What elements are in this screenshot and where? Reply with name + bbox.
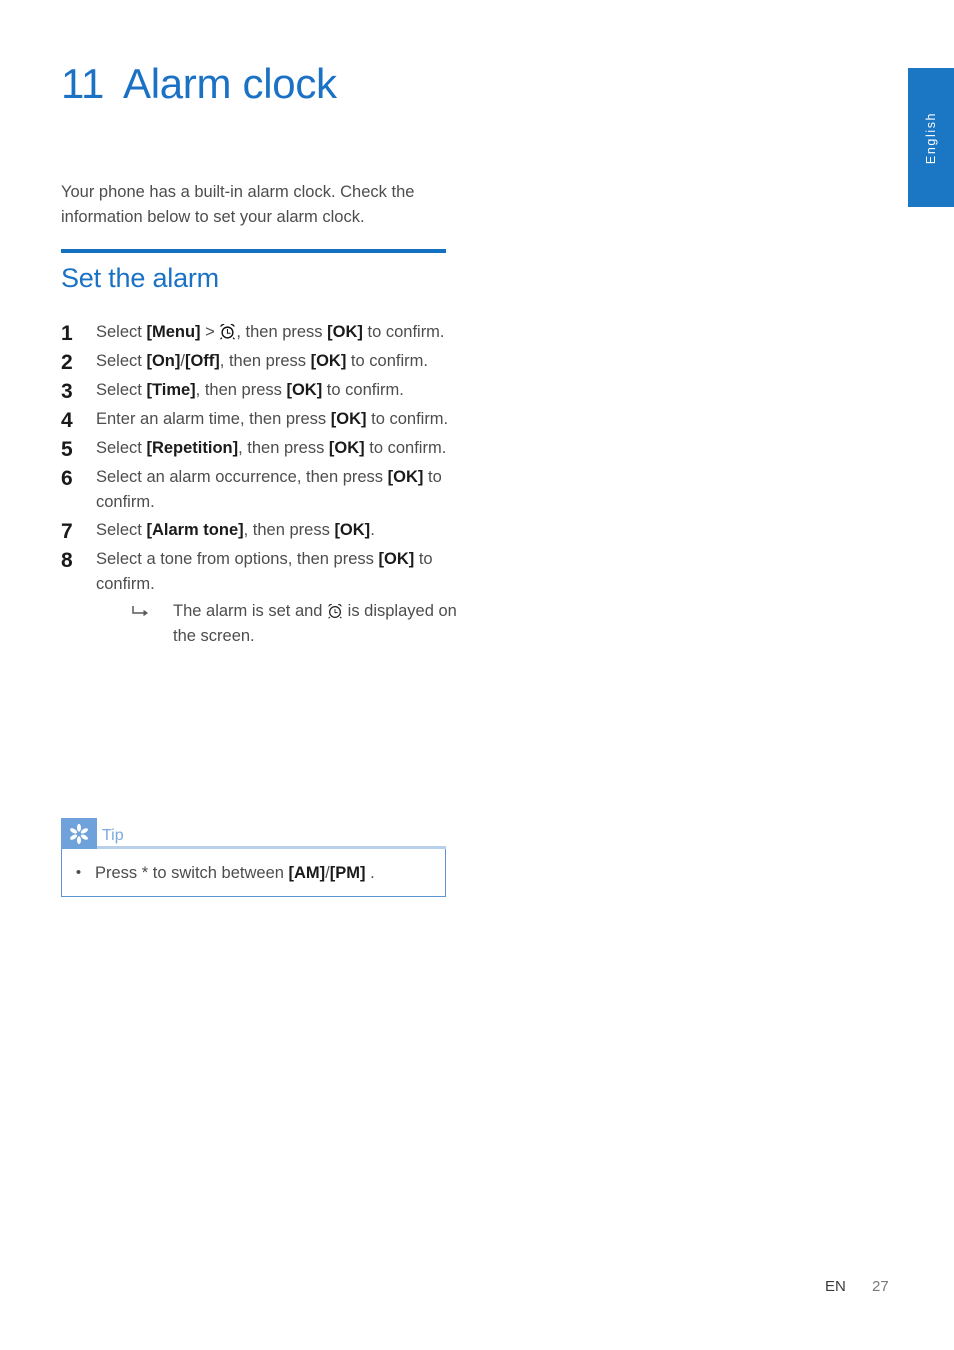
tip-bullet-icon: • — [75, 864, 82, 881]
tip-body: • Press * to switch between [AM]/[PM] . — [61, 849, 446, 897]
step-text: Select [Menu] > , then press [OK] to con… — [96, 323, 445, 341]
language-tab-label: English — [924, 111, 938, 164]
emphasised-term: [OK] — [330, 410, 367, 428]
step-item: 5 Select [Repetition], then press [OK] to… — [61, 436, 461, 462]
chapter-number: 11 — [61, 60, 104, 107]
alarm-clock-filled-icon — [219, 323, 236, 340]
footer-language-code: EN — [825, 1278, 846, 1295]
step-text: Select a tone from options, then press [… — [96, 547, 461, 649]
step-text: Select [On]/[Off], then press [OK] to co… — [96, 352, 428, 370]
step-text: Select [Alarm tone], then press [OK]. — [96, 521, 375, 539]
step-number: 1 — [61, 322, 73, 345]
step-item: 1 Select [Menu] > , then press [OK] to co… — [61, 320, 461, 346]
section-divider — [61, 249, 446, 253]
emphasised-term: [Time] — [146, 381, 196, 399]
emphasised-term: [Off] — [184, 352, 220, 370]
page-title: 11 Alarm clock — [61, 60, 337, 108]
step-item: 2 Select [On]/[Off], then press [OK] to c… — [61, 349, 461, 375]
step-number: 7 — [61, 520, 73, 543]
emphasised-term: [Menu] — [146, 323, 201, 341]
asterisk-starburst-icon — [61, 818, 97, 849]
emphasised-term: [OK] — [327, 323, 363, 341]
step-text: Select [Time], then press [OK] to confir… — [96, 381, 404, 399]
step-result-item: The alarm is set and is displayed on the… — [131, 599, 461, 649]
emphasised-term: [OK] — [378, 550, 415, 568]
tip-text: Press * to switch between [AM]/[PM] . — [95, 863, 375, 882]
step-item: 6 Select an alarm occurrence, then press … — [61, 465, 461, 515]
chapter-title-text: Alarm clock — [123, 60, 337, 107]
emphasised-term: [OK] — [387, 468, 424, 486]
step-text: Select [Repetition], then press [OK] to … — [96, 439, 447, 457]
step-number: 5 — [61, 438, 73, 461]
step-text: Enter an alarm time, then press [OK] to … — [96, 410, 449, 428]
step-list: 1 Select [Menu] > , then press [OK] to co… — [61, 320, 461, 652]
tip-label: Tip — [102, 827, 124, 844]
emphasised-term: [OK] — [286, 381, 323, 399]
step-number: 3 — [61, 380, 73, 403]
language-tab: English — [908, 68, 954, 207]
step-result-text: The alarm is set and is displayed on the… — [173, 602, 457, 645]
step-item: 3 Select [Time], then press [OK] to confi… — [61, 378, 461, 404]
emphasised-term: [OK] — [334, 521, 371, 539]
intro-paragraph: Your phone has a built-in alarm clock. C… — [61, 182, 415, 226]
emphasised-term: [On] — [146, 352, 181, 370]
emphasised-term: [OK] — [328, 439, 365, 457]
tip-underline — [97, 846, 446, 849]
step-number: 6 — [61, 467, 73, 490]
hook-arrow-cell — [131, 599, 173, 624]
emphasised-term: [Alarm tone] — [146, 521, 244, 539]
step-number: 8 — [61, 549, 73, 572]
step-number: 2 — [61, 351, 73, 374]
footer-page-number: 27 — [872, 1278, 889, 1295]
section-title: Set the alarm — [61, 263, 219, 293]
step-item: 4 Enter an alarm time, then press [OK] to… — [61, 407, 461, 433]
emphasised-term: [OK] — [310, 352, 347, 370]
tip-label-area: Tip — [97, 818, 446, 849]
emphasised-term: [Repetition] — [146, 439, 239, 457]
step-item: 7 Select [Alarm tone], then press [OK]. — [61, 518, 461, 544]
tip-header: Tip — [61, 818, 446, 849]
step-item: 8 Select a tone from options, then press … — [61, 547, 461, 649]
step-number: 4 — [61, 409, 73, 432]
step-text: Select an alarm occurrence, then press [… — [96, 468, 442, 511]
emphasised-term: [AM] — [288, 863, 326, 882]
tip-box: Tip • Press * to switch between [AM]/[PM… — [61, 818, 446, 897]
alarm-clock-outline-icon — [327, 603, 343, 619]
hook-arrow-icon — [131, 603, 149, 619]
emphasised-term: [PM] — [329, 863, 366, 882]
